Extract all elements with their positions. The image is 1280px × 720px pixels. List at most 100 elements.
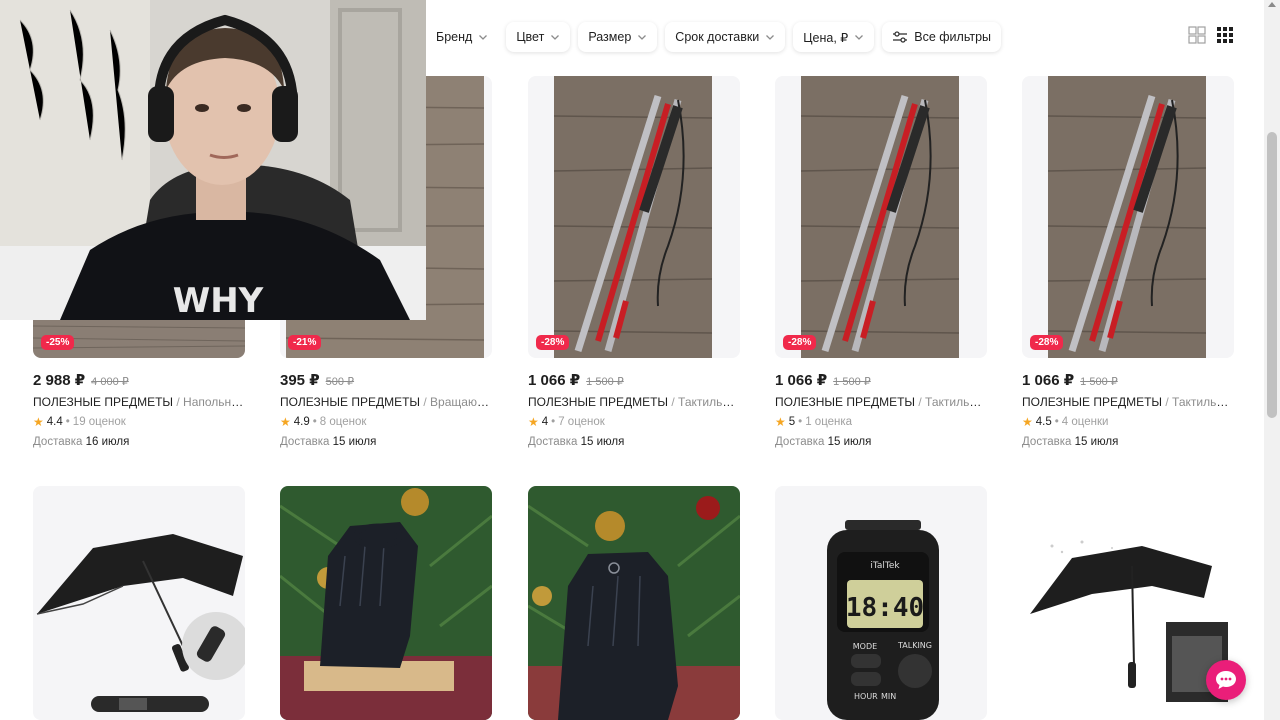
rating-value: 4.4 <box>46 416 63 428</box>
filter-price-label: Цена, ₽ <box>803 30 849 45</box>
product-title[interactable]: ПОЛЕЗНЫЕ ПРЕДМЕТЫ / Тактильная ... <box>1022 395 1234 409</box>
rating-value: 4.5 <box>1035 416 1052 428</box>
rating: ★ 4 • 7 оценок <box>528 415 605 429</box>
webcam-feed: WHY <box>0 0 426 320</box>
brand-name: ПОЛЕЗНЫЕ ПРЕДМЕТЫ <box>280 395 421 409</box>
old-price: 500 ₽ <box>325 376 355 388</box>
delivery-date: 15 июля <box>1074 436 1119 448</box>
shirt-print-text: WHY <box>173 281 264 320</box>
leather-gloves-photo <box>280 486 492 720</box>
product-name: Тактильная ... <box>678 395 740 409</box>
all-filters-label: Все фильтры <box>914 30 992 44</box>
watch-display: 18:40 <box>846 593 924 623</box>
delivery-date: 15 июля <box>580 436 625 448</box>
product-card[interactable] <box>280 486 492 720</box>
product-image[interactable]: 18:40 iTalTek MODE TALKING HOUR MIN <box>775 486 987 720</box>
delivery-date: 15 июля <box>827 436 872 448</box>
all-filters-button[interactable]: Все фильтры <box>882 22 1002 52</box>
price: 1 066 ₽ <box>1022 372 1075 389</box>
filter-price[interactable]: Цена, ₽ <box>793 22 875 52</box>
reviews-count: 4 оценки <box>1061 416 1109 428</box>
rating-value: 4 <box>541 416 549 428</box>
product-name: Тактильная ... <box>1172 395 1234 409</box>
price: 1 066 ₽ <box>528 372 581 389</box>
delivery: Доставка 16 июля <box>33 436 245 448</box>
product-image[interactable] <box>528 486 740 720</box>
scrollbar-thumb[interactable] <box>1267 132 1277 418</box>
star-icon: ★ <box>775 415 786 429</box>
delivery-label: Доставка <box>280 436 330 448</box>
chevron-down-icon <box>638 35 647 40</box>
product-image[interactable]: -28% <box>1022 76 1234 358</box>
filter-delivery-time[interactable]: Срок доставки <box>665 22 786 52</box>
brand-name: ПОЛЕЗНЫЕ ПРЕДМЕТЫ <box>33 395 174 409</box>
filter-sliders-icon <box>893 31 908 43</box>
rating: ★ 4.4 • 19 оценок <box>33 415 126 429</box>
product-image[interactable] <box>280 486 492 720</box>
delivery-label: Доставка <box>775 436 825 448</box>
product-image[interactable]: -28% <box>528 76 740 358</box>
product-card[interactable] <box>33 486 245 720</box>
discount-badge: -28% <box>536 335 570 350</box>
brand-name: ПОЛЕЗНЫЕ ПРЕДМЕТЫ <box>528 395 669 409</box>
product-card[interactable]: -28% 1 066 ₽ 1 500 ₽ ПОЛЕЗНЫЕ ПРЕДМЕТЫ / … <box>775 76 987 448</box>
old-price: 1 500 ₽ <box>1080 376 1118 388</box>
grid-small-icon[interactable] <box>1216 26 1234 44</box>
product-card[interactable]: -28% 1 066 ₽ 1 500 ₽ ПОЛЕЗНЫЕ ПРЕДМЕТЫ / … <box>528 76 740 448</box>
delivery-label: Доставка <box>1022 436 1072 448</box>
chevron-down-icon <box>766 35 775 40</box>
filter-size[interactable]: Размер <box>578 22 658 52</box>
reviews-count: 1 оценка <box>805 416 853 428</box>
watch-mode-label: MODE <box>853 642 877 651</box>
product-image[interactable]: -28% <box>775 76 987 358</box>
reviews-count: 8 оценок <box>319 416 367 428</box>
brand-name: ПОЛЕЗНЫЕ ПРЕДМЕТЫ <box>775 395 916 409</box>
star-icon: ★ <box>280 415 291 429</box>
product-card[interactable]: -28% 1 066 ₽ 1 500 ₽ ПОЛЕЗНЫЕ ПРЕДМЕТЫ / … <box>1022 76 1234 448</box>
grid-large-icon[interactable] <box>1188 26 1206 44</box>
delivery-date: 15 июля <box>332 436 377 448</box>
delivery-date: 16 июля <box>85 436 130 448</box>
filter-color[interactable]: Цвет <box>506 22 571 52</box>
product-title[interactable]: ПОЛЕЗНЫЕ ПРЕДМЕТЫ / Напольные ... <box>33 395 245 409</box>
discount-badge: -21% <box>288 335 322 350</box>
discount-badge: -25% <box>41 335 75 350</box>
white-cane-photo <box>528 76 740 358</box>
product-image[interactable] <box>33 486 245 720</box>
star-icon: ★ <box>1022 415 1033 429</box>
old-price: 4 000 ₽ <box>91 376 129 388</box>
chat-button[interactable] <box>1206 660 1246 700</box>
delivery-label: Доставка <box>528 436 578 448</box>
umbrella-photo <box>1022 486 1234 720</box>
scroll-up-arrow-icon[interactable] <box>1268 2 1276 7</box>
discount-badge: -28% <box>783 335 817 350</box>
product-name: Напольные ... <box>183 395 245 409</box>
scrollbar[interactable] <box>1264 0 1280 720</box>
product-card[interactable] <box>1022 486 1234 720</box>
delivery: Доставка 15 июля <box>1022 436 1234 448</box>
product-image[interactable] <box>1022 486 1234 720</box>
product-title[interactable]: ПОЛЕЗНЫЕ ПРЕДМЕТЫ / Тактильная ... <box>775 395 987 409</box>
reviews-count: 7 оценок <box>558 416 605 428</box>
chevron-down-icon <box>551 35 560 40</box>
reviews-count: 19 оценок <box>72 416 126 428</box>
price: 2 988 ₽ <box>33 372 86 389</box>
delivery: Доставка 15 июля <box>528 436 740 448</box>
product-card[interactable] <box>528 486 740 720</box>
watch-brand: iTalTek <box>870 561 900 571</box>
filter-brand[interactable]: Бренд <box>426 22 499 52</box>
rating: ★ 4.9 • 8 оценок <box>280 415 367 429</box>
rating: ★ 4.5 • 4 оценки <box>1022 415 1109 429</box>
white-cane-photo <box>775 76 987 358</box>
chevron-down-icon <box>479 35 488 40</box>
delivery: Доставка 15 июля <box>775 436 987 448</box>
rating-value: 5 <box>788 416 796 428</box>
watch-hour-label: HOUR <box>854 692 878 701</box>
umbrella-photo <box>33 486 245 720</box>
product-title[interactable]: ПОЛЕЗНЫЕ ПРЕДМЕТЫ / Тактильная ... <box>528 395 740 409</box>
product-card[interactable]: 18:40 iTalTek MODE TALKING HOUR MIN <box>775 486 987 720</box>
webcam-overlay: WHY <box>0 0 426 320</box>
product-title[interactable]: ПОЛЕЗНЫЕ ПРЕДМЕТЫ / Вращающи... <box>280 395 492 409</box>
rating: ★ 5 • 1 оценка <box>775 415 853 429</box>
brand-name: ПОЛЕЗНЫЕ ПРЕДМЕТЫ <box>1022 395 1163 409</box>
